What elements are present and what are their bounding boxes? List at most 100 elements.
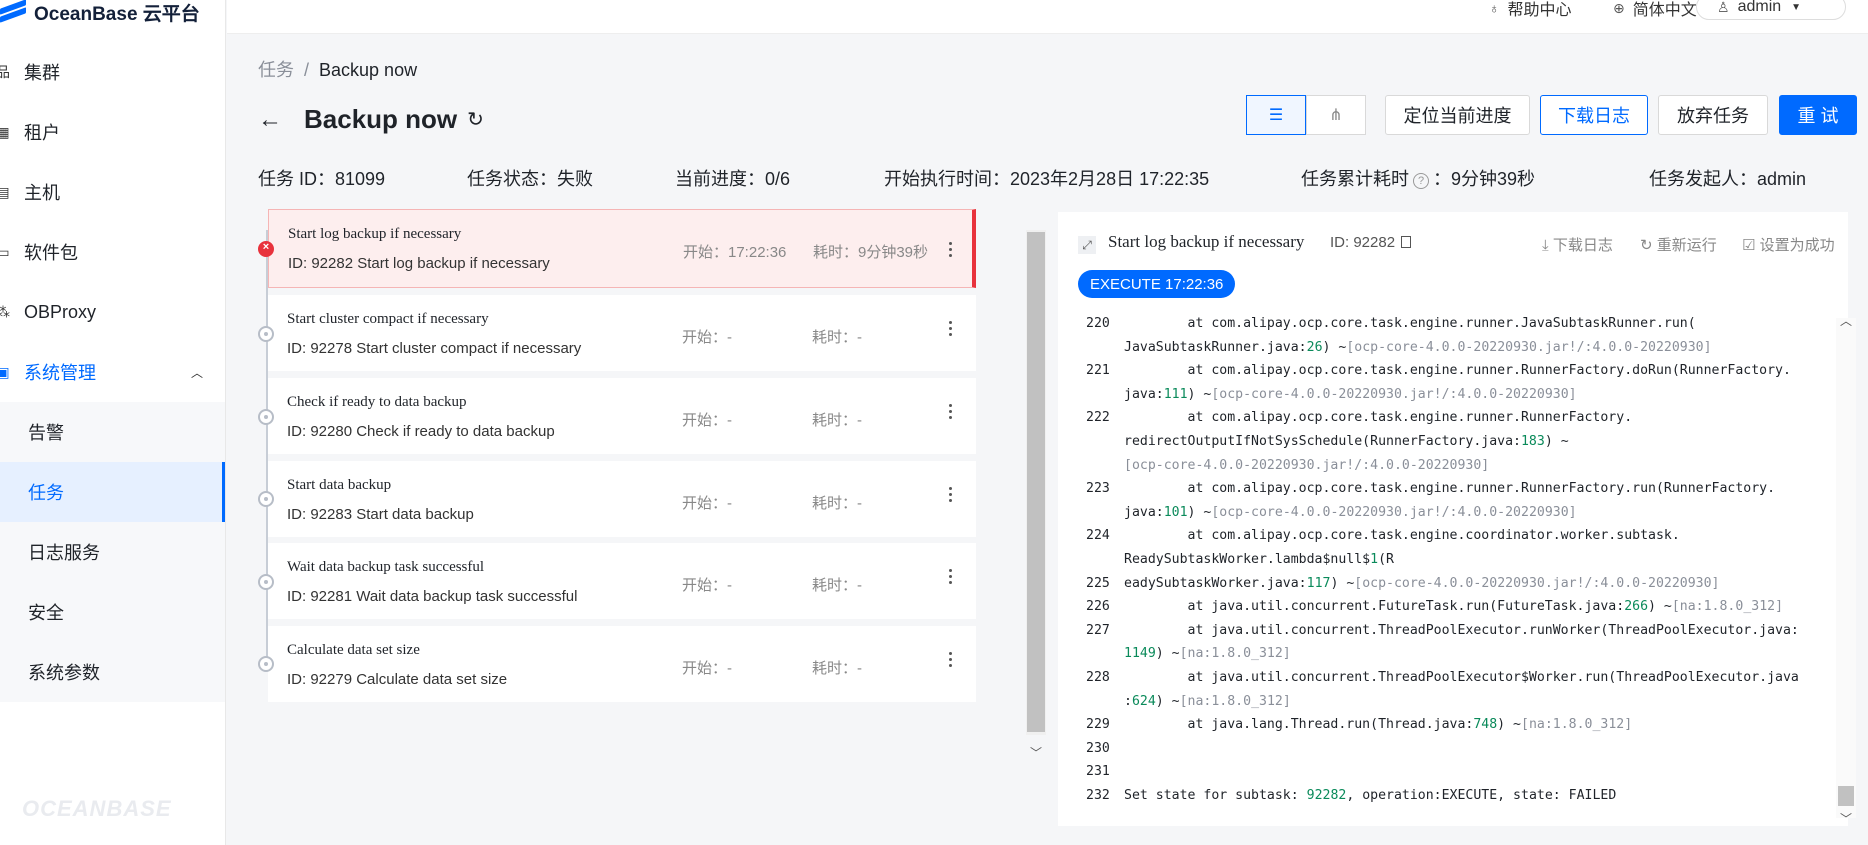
task-card[interactable]: Start cluster compact if necessary ID: 9… xyxy=(268,295,976,371)
copy-icon[interactable] xyxy=(1401,236,1412,248)
task-duration: 耗时：- xyxy=(812,495,862,512)
back-arrow-icon[interactable]: ← xyxy=(258,106,282,134)
log-viewer[interactable]: 220 at com.alipay.ocp.core.task.engine.r… xyxy=(1058,312,1838,817)
log-line-text: 1149) ~[na:1.8.0_312] xyxy=(1124,646,1291,662)
brand-name: OceanBase 云平台 xyxy=(34,3,200,25)
task-start: 开始：17:22:36 xyxy=(683,244,787,261)
task-duration: 耗时：- xyxy=(812,412,862,429)
refresh-icon[interactable]: ↻ xyxy=(467,107,484,132)
execute-badge: EXECUTE 17:22:36 xyxy=(1078,270,1236,298)
brand-logo[interactable]: OceanBase 云平台 xyxy=(0,0,225,25)
task-status-info: 任务状态：失败 xyxy=(467,165,593,191)
chevron-down-icon[interactable]: ﹀ xyxy=(1840,810,1852,827)
more-vertical-icon[interactable] xyxy=(948,487,952,502)
sidebar-item-system[interactable]: ▣ 系统管理 ︿ xyxy=(0,342,225,402)
sidebar-item-obproxy[interactable]: ⁂ OBProxy xyxy=(0,282,225,342)
more-vertical-icon[interactable] xyxy=(948,652,952,667)
scrollbar-thumb[interactable] xyxy=(1838,786,1854,806)
download-icon: ⤓ xyxy=(1542,237,1553,254)
more-vertical-icon[interactable] xyxy=(948,404,952,419)
expand-icon[interactable]: ⤢ xyxy=(1078,236,1096,254)
task-name: Start data backup xyxy=(287,477,392,493)
start-time-value: 2023年2月28日 17:22:35 xyxy=(1010,169,1210,189)
initiator-info: 任务发起人：admin xyxy=(1649,165,1806,191)
task-card[interactable]: Wait data backup task successful ID: 922… xyxy=(268,543,976,619)
sidebar-item-cluster[interactable]: 品 集群 xyxy=(0,42,225,102)
log-scrollbar[interactable]: ︿ ﹀ xyxy=(1836,314,1856,826)
log-line-text: at java.util.concurrent.ThreadPoolExecut… xyxy=(1124,622,1799,638)
log-line-text: at com.alipay.ocp.core.task.engine.runne… xyxy=(1124,410,1633,426)
task-name: Calculate data set size xyxy=(287,642,420,658)
sidebar-subitem-alarm[interactable]: 告警 xyxy=(0,402,225,462)
rerun-icon: ↻ xyxy=(1640,237,1657,254)
user-menu[interactable]: ♙ admin ▼ xyxy=(1696,0,1846,20)
more-vertical-icon[interactable] xyxy=(948,242,952,257)
panel-scrollbar[interactable]: ﹀ xyxy=(1026,230,1046,760)
sidebar-item-host[interactable]: ▤ 主机 xyxy=(0,162,225,222)
abandon-task-button[interactable]: 放弃任务 xyxy=(1658,95,1768,135)
log-line-number: 220 xyxy=(1086,316,1110,331)
language-switch[interactable]: ⊕ 简体中文 xyxy=(1613,0,1697,19)
help-circle-icon[interactable]: ? xyxy=(1413,173,1429,189)
log-line-text: at java.util.concurrent.ThreadPoolExecut… xyxy=(1124,670,1799,685)
sidebar-subitem-system-params[interactable]: 系统参数 xyxy=(0,642,225,702)
sidebar-subitem-security[interactable]: 安全 xyxy=(0,582,225,642)
elapsed-label: 任务累计耗时 xyxy=(1301,169,1409,189)
breadcrumb: 任务 / Backup now xyxy=(258,56,417,82)
sidebar-item-package[interactable]: ▭ 软件包 xyxy=(0,222,225,282)
task-id-label: 任务 ID： xyxy=(258,169,336,189)
task-card[interactable]: Start log backup if necessary ID: 92282 … xyxy=(268,209,976,288)
download-log-link[interactable]: ⤓ 下载日志 xyxy=(1542,234,1613,255)
task-card[interactable]: Check if ready to data backup ID: 92280 … xyxy=(268,378,976,454)
breadcrumb-parent[interactable]: 任务 xyxy=(258,60,294,80)
progress-info: 当前进度：0/6 xyxy=(675,165,790,191)
start-time-label: 开始执行时间： xyxy=(884,169,1010,189)
task-start: 开始：- xyxy=(682,495,732,512)
pending-status-icon xyxy=(258,656,274,672)
log-line-number: 230 xyxy=(1086,740,1110,756)
breadcrumb-separator: / xyxy=(304,60,310,80)
progress-label: 当前进度： xyxy=(675,169,765,189)
scrollbar-thumb[interactable] xyxy=(1027,232,1045,732)
log-line-number: 227 xyxy=(1086,622,1110,638)
sidebar-subitem-log-service[interactable]: 日志服务 xyxy=(0,522,225,582)
locate-progress-button[interactable]: 定位当前进度 xyxy=(1385,95,1530,135)
failed-status-icon: × xyxy=(258,241,274,257)
more-vertical-icon[interactable] xyxy=(948,569,952,584)
log-line-text: at java.lang.Thread.run(Thread.java:748)… xyxy=(1124,717,1633,733)
log-line-number: 226 xyxy=(1086,599,1110,615)
proxy-icon: ⁂ xyxy=(0,304,10,320)
sidebar-item-tenant[interactable]: ▦ 租户 xyxy=(0,102,225,162)
task-start: 开始：- xyxy=(682,329,732,346)
log-line-number: 231 xyxy=(1086,764,1110,780)
task-id-info: 任务 ID：81099 xyxy=(258,165,385,191)
log-line-number: 232 xyxy=(1086,788,1110,803)
chevron-down-icon[interactable]: ﹀ xyxy=(1030,744,1042,761)
rerun-link[interactable]: ↻ 重新运行 xyxy=(1640,234,1717,255)
user-icon: ♙ xyxy=(1717,0,1730,15)
sidebar-item-label: OBProxy xyxy=(24,301,97,322)
download-log-button[interactable]: 下载日志 xyxy=(1540,95,1648,135)
chevron-up-icon[interactable]: ︿ xyxy=(1840,312,1852,329)
log-line-text: JavaSubtaskRunner.java:26) ~[ocp-core-4.… xyxy=(1124,339,1712,355)
caret-down-icon: ▼ xyxy=(1791,1,1802,13)
log-line-text: at com.alipay.ocp.core.task.engine.runne… xyxy=(1124,481,1776,497)
rerun-label: 重新运行 xyxy=(1656,237,1717,254)
task-card[interactable]: Start data backup ID: 92283 Start data b… xyxy=(268,461,976,537)
task-start: 开始：- xyxy=(682,412,732,429)
tree-view-icon[interactable]: ⋔ xyxy=(1306,95,1366,135)
download-log-label: 下载日志 xyxy=(1552,237,1613,254)
sidebar-subitem-task[interactable]: 任务 xyxy=(0,462,225,522)
task-card[interactable]: Calculate data set size ID: 92279 Calcul… xyxy=(268,626,976,702)
task-duration: 耗时：- xyxy=(812,660,862,677)
set-success-link[interactable]: ☑ 设置为成功 xyxy=(1742,234,1835,255)
retry-button[interactable]: 重 试 xyxy=(1779,95,1857,135)
title-row: ← Backup now ↻ xyxy=(258,104,484,135)
help-center-link[interactable]: ♁ 帮助中心 xyxy=(1489,0,1572,19)
more-vertical-icon[interactable] xyxy=(948,321,952,336)
list-view-icon[interactable]: ☰ xyxy=(1246,95,1306,135)
sidebar-nav: 品 集群 ▦ 租户 ▤ 主机 ▭ 软件包 ⁂ OBProxy ▣ 系统管理 ︿ … xyxy=(0,42,225,702)
log-line-text: at com.alipay.ocp.core.task.engine.runne… xyxy=(1124,316,1696,331)
set-success-label: 设置为成功 xyxy=(1759,237,1835,254)
log-line-text: eadySubtaskWorker.java:117) ~[ocp-core-4… xyxy=(1124,575,1720,591)
